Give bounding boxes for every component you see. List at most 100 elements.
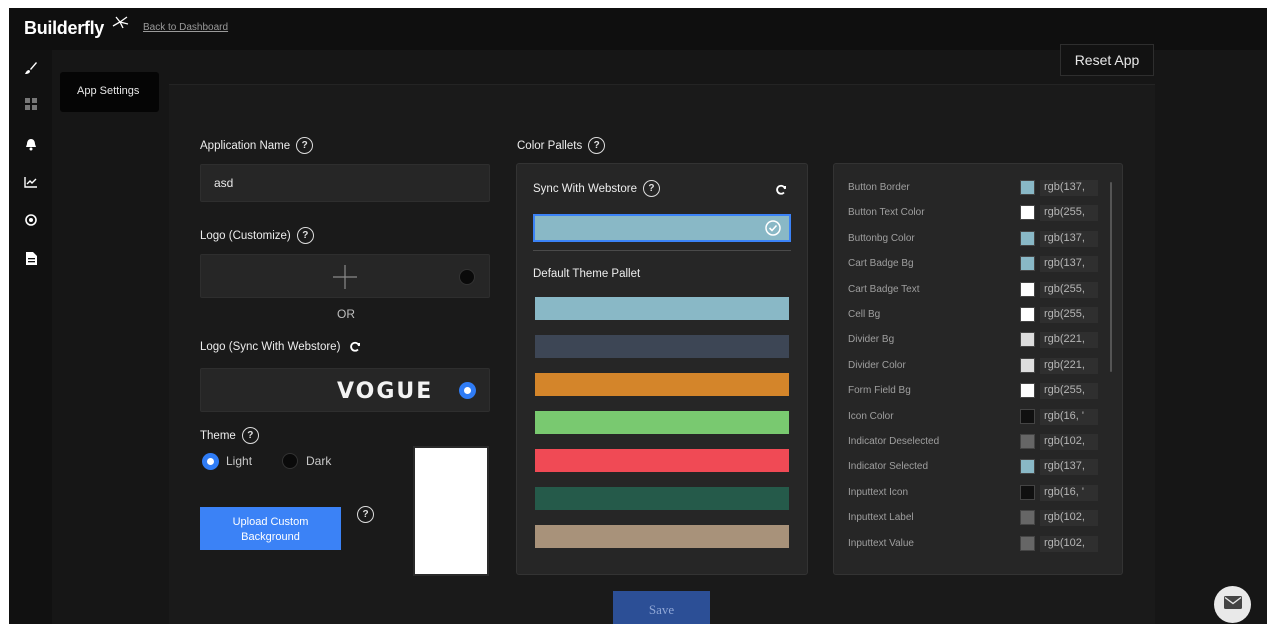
color-chip[interactable] xyxy=(1020,256,1035,272)
color-value-input[interactable]: rgb(255, xyxy=(1040,383,1098,400)
color-setting-name: Divider Color xyxy=(848,359,906,371)
settings-panel: Application Name ? Logo (Customize) ? OR… xyxy=(169,84,1155,624)
color-chip[interactable] xyxy=(1020,484,1035,500)
color-value-input[interactable]: rgb(221, xyxy=(1040,357,1098,374)
color-value-input[interactable]: rgb(255, xyxy=(1040,205,1098,222)
color-setting-name: Indicator Selected xyxy=(848,461,929,473)
color-setting-row[interactable]: Divider Bg rgb(221, xyxy=(848,330,1108,350)
color-value-input[interactable]: rgb(255, xyxy=(1040,281,1098,298)
color-pallets-label: Color Pallets ? xyxy=(517,137,606,154)
brand-logo: Builderfly xyxy=(24,18,105,38)
color-settings-list: Button Border rgb(137, Button Text Color rg… xyxy=(833,163,1123,575)
color-chip[interactable] xyxy=(1020,180,1035,195)
logo-sync-box[interactable]: VOGUE xyxy=(200,368,490,412)
help-icon[interactable]: ? xyxy=(357,506,374,523)
color-setting-name: Icon Color xyxy=(848,410,894,422)
color-value-input[interactable]: rgb(137, xyxy=(1040,459,1098,476)
color-chip[interactable] xyxy=(1020,408,1035,424)
color-chip[interactable] xyxy=(1020,230,1035,246)
color-chip[interactable] xyxy=(1020,357,1035,373)
color-setting-row[interactable]: Form Field Bg rgb(255, xyxy=(848,381,1108,401)
color-chip[interactable] xyxy=(1020,281,1035,297)
firefly-icon xyxy=(109,14,131,39)
help-icon[interactable]: ? xyxy=(296,137,314,154)
refresh-icon[interactable] xyxy=(775,183,787,201)
palette-swatch[interactable] xyxy=(535,335,789,358)
help-icon[interactable]: ? xyxy=(642,180,660,197)
plus-icon[interactable] xyxy=(332,264,358,295)
color-setting-name: Divider Bg xyxy=(848,334,895,346)
color-chip[interactable] xyxy=(1020,459,1035,475)
theme-label: Theme ? xyxy=(200,427,259,444)
theme-dark-radio[interactable] xyxy=(282,453,298,469)
chart-icon[interactable] xyxy=(23,174,39,190)
color-value-input[interactable]: rgb(102, xyxy=(1040,535,1098,552)
color-chip[interactable] xyxy=(1020,535,1035,551)
help-icon[interactable]: ? xyxy=(241,427,259,444)
scrollbar[interactable] xyxy=(1110,182,1112,372)
color-value-input[interactable]: rgb(255, xyxy=(1040,307,1098,323)
color-setting-row[interactable]: Button Border rgb(137, xyxy=(848,178,1108,198)
reset-app-button[interactable]: Reset App xyxy=(1060,44,1154,76)
color-chip[interactable] xyxy=(1020,510,1035,526)
color-setting-row[interactable]: Cell Bg rgb(255, xyxy=(848,305,1108,325)
color-value-input[interactable]: rgb(137, xyxy=(1040,230,1098,247)
target-icon[interactable] xyxy=(23,212,39,228)
color-chip[interactable] xyxy=(1020,383,1035,399)
color-setting-row[interactable]: Buttonbg Color rgb(137, xyxy=(848,229,1108,249)
color-setting-row[interactable]: Indicator Deselected rgb(102, xyxy=(848,432,1108,452)
refresh-icon[interactable] xyxy=(349,341,361,353)
color-value-input[interactable]: rgb(102, xyxy=(1040,510,1098,527)
color-setting-row[interactable]: Inputtext Value rgb(102, xyxy=(848,534,1108,554)
color-setting-row[interactable]: Inputtext Label rgb(102, xyxy=(848,508,1108,528)
app-settings-tooltip: App Settings xyxy=(60,72,159,112)
color-chip[interactable] xyxy=(1020,332,1035,348)
color-value-input[interactable]: rgb(137, xyxy=(1040,256,1098,273)
logo-sync-radio[interactable] xyxy=(459,382,476,399)
palette-swatch[interactable] xyxy=(535,373,789,396)
color-setting-row[interactable]: Inputtext Icon rgb(16, ' xyxy=(848,483,1108,503)
color-chip[interactable] xyxy=(1020,434,1035,449)
help-icon[interactable]: ? xyxy=(588,137,606,154)
back-to-dashboard-link[interactable]: Back to Dashboard xyxy=(143,22,228,33)
help-icon[interactable]: ? xyxy=(296,227,314,244)
color-setting-row[interactable]: Indicator Selected rgb(137, xyxy=(848,457,1108,477)
app-name-input[interactable] xyxy=(200,164,490,202)
background-preview xyxy=(413,446,489,576)
palette-swatch[interactable] xyxy=(535,525,789,548)
color-chip[interactable] xyxy=(1020,307,1035,322)
color-setting-row[interactable]: Cart Badge Text rgb(255, xyxy=(848,280,1108,300)
logo-upload-box[interactable] xyxy=(200,254,490,298)
color-value-input[interactable]: rgb(102, xyxy=(1040,434,1098,450)
sync-palette-swatch[interactable] xyxy=(533,214,791,242)
save-button[interactable]: Save xyxy=(613,591,710,624)
palette-swatch[interactable] xyxy=(535,411,789,434)
color-setting-name: Inputtext Label xyxy=(848,512,914,524)
color-setting-row[interactable]: Icon Color rgb(16, ' xyxy=(848,407,1108,427)
palette-swatch[interactable] xyxy=(535,297,789,320)
color-value-input[interactable]: rgb(137, xyxy=(1040,180,1098,196)
color-setting-name: Button Border xyxy=(848,182,910,193)
theme-dark-label[interactable]: Dark xyxy=(306,454,331,468)
palette-swatch[interactable] xyxy=(535,487,789,510)
color-value-input[interactable]: rgb(16, ' xyxy=(1040,408,1098,425)
palette-swatch[interactable] xyxy=(535,449,789,472)
color-value-input[interactable]: rgb(221, xyxy=(1040,332,1098,349)
upload-background-button[interactable]: Upload Custom Background xyxy=(200,507,341,550)
logo-customize-label: Logo (Customize) ? xyxy=(200,227,314,244)
brush-icon[interactable] xyxy=(23,60,39,76)
theme-light-label[interactable]: Light xyxy=(226,454,252,468)
color-setting-name: Form Field Bg xyxy=(848,385,911,397)
mail-chat-button[interactable] xyxy=(1214,586,1251,623)
color-setting-row[interactable]: Button Text Color rgb(255, xyxy=(848,203,1108,223)
theme-light-radio[interactable] xyxy=(202,453,219,470)
color-value-input[interactable]: rgb(16, ' xyxy=(1040,484,1098,501)
document-icon[interactable] xyxy=(23,250,39,266)
color-setting-row[interactable]: Divider Color rgb(221, xyxy=(848,356,1108,376)
color-chip[interactable] xyxy=(1020,205,1035,221)
bell-icon[interactable] xyxy=(23,136,39,152)
color-setting-row[interactable]: Cart Badge Bg rgb(137, xyxy=(848,254,1108,274)
color-setting-name: Cell Bg xyxy=(848,309,881,320)
grid-icon[interactable] xyxy=(23,96,39,112)
logo-custom-radio[interactable] xyxy=(459,269,475,285)
